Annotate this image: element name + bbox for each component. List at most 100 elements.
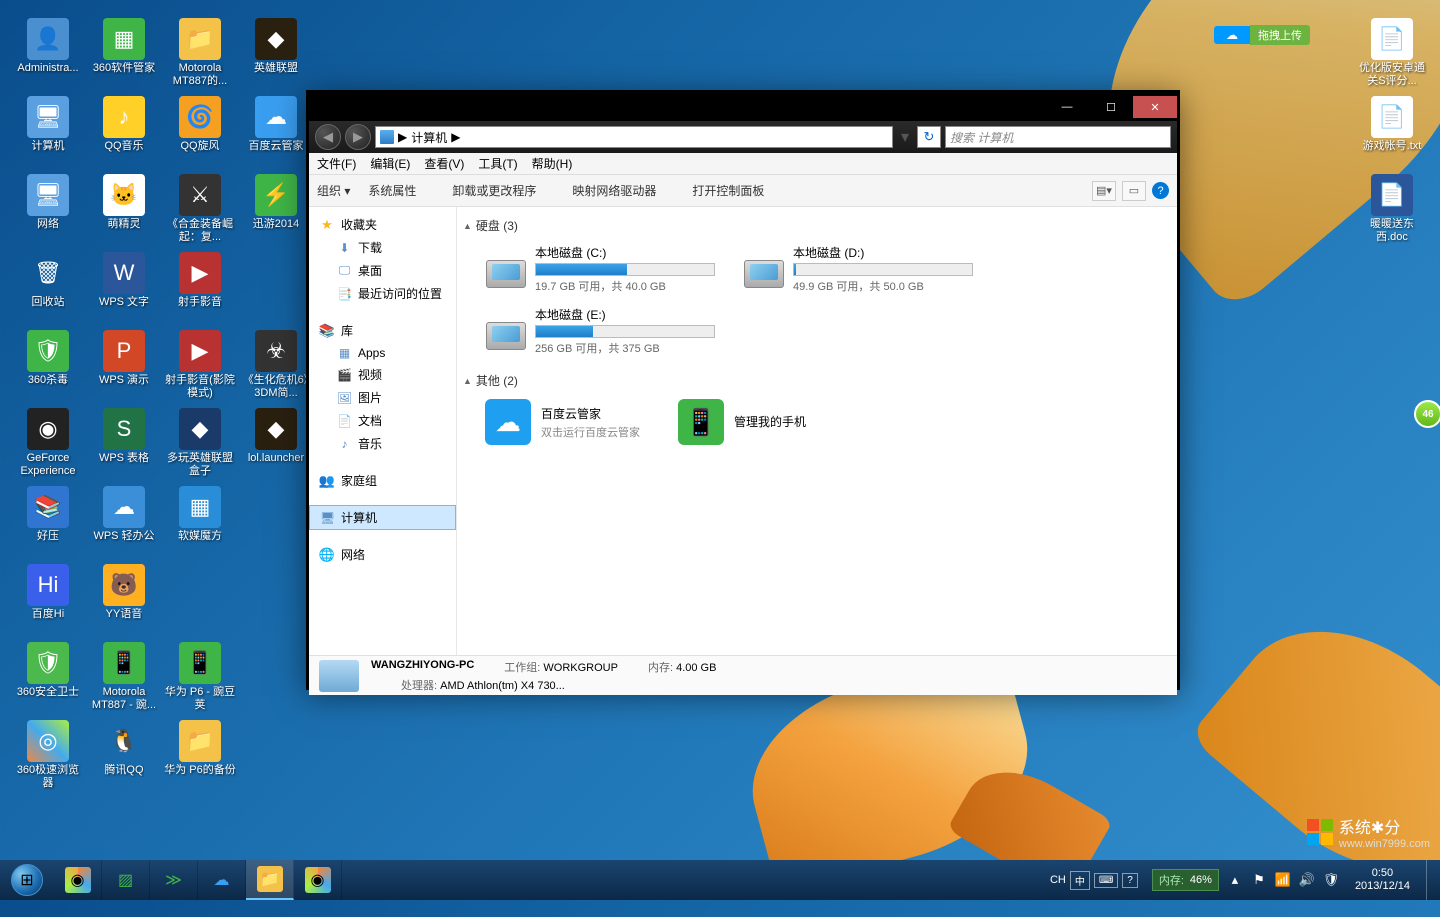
desktop-icon[interactable]: 🐱萌精灵 (86, 166, 162, 244)
address-dropdown[interactable]: ▾ (897, 127, 913, 147)
tray-shield-icon[interactable]: 🛡 (1323, 872, 1339, 888)
taskbar-clock[interactable]: 0:50 2013/12/14 (1347, 867, 1418, 893)
show-desktop-button[interactable] (1426, 860, 1434, 900)
section-other[interactable]: ▲其他 (2) (463, 372, 1171, 389)
tray-network-icon[interactable]: 📶 (1275, 872, 1291, 888)
desktop-icon[interactable]: ☁百度云管家 (238, 88, 314, 166)
sidebar-item[interactable]: 🖼图片 (309, 386, 456, 409)
desktop-icon[interactable]: 🛡360杀毒 (10, 322, 86, 400)
desktop-icon[interactable]: ◎360极速浏览器 (10, 712, 86, 790)
minimize-button[interactable]: — (1045, 96, 1089, 118)
menu-item[interactable]: 文件(F) (317, 155, 356, 172)
desktop-icon[interactable]: PWPS 演示 (86, 322, 162, 400)
command-bar: 组织 ▾ 系统属性 卸载或更改程序 映射网络驱动器 打开控制面板 ▤▾ ▭ ? (309, 175, 1177, 207)
taskbar-app[interactable]: ≫ (150, 860, 198, 900)
taskbar-app[interactable]: ◉ (294, 860, 342, 900)
desktop-icon[interactable]: ◆多玩英雄联盟盒子 (162, 400, 238, 478)
desktop-icon[interactable]: Hi百度Hi (10, 556, 86, 634)
refresh-button[interactable]: ↻ (917, 126, 941, 148)
desktop-icon[interactable]: ▶射手影音 (162, 244, 238, 322)
desktop-icon[interactable]: ▦360软件管家 (86, 10, 162, 88)
maximize-button[interactable]: ☐ (1089, 96, 1133, 118)
address-bar[interactable]: ▶ 计算机 ▶ (375, 126, 893, 148)
sidebar-item[interactable]: 🖵桌面 (309, 259, 456, 282)
desktop-icon[interactable]: 📄暖暖送东西.doc (1354, 166, 1430, 244)
toolbar-item[interactable]: 映射网络驱动器 (572, 182, 656, 199)
sidebar-item[interactable]: 📑最近访问的位置 (309, 282, 456, 305)
sidebar-network[interactable]: 🌐网络 (309, 543, 456, 566)
memory-widget[interactable]: 内存: 46% (1152, 869, 1219, 891)
toolbar-item[interactable]: 卸载或更改程序 (452, 182, 536, 199)
desktop-icon[interactable]: ☁WPS 轻办公 (86, 478, 162, 556)
other-item[interactable]: ☁百度云管家双击运行百度云管家 (481, 395, 644, 449)
drive-item[interactable]: 本地磁盘 (E:)256 GB 可用，共 375 GB (481, 302, 719, 360)
desktop-icon[interactable]: 🐧腾讯QQ (86, 712, 162, 790)
sidebar-homegroup[interactable]: 👥家庭组 (309, 469, 456, 492)
organize-menu[interactable]: 组织 ▾ (317, 182, 350, 199)
sidebar-item[interactable]: ♪音乐 (309, 432, 456, 455)
taskbar-app[interactable]: ☁ (198, 860, 246, 900)
desktop-icon[interactable]: ◉GeForce Experience (10, 400, 86, 478)
sidebar-favorites[interactable]: ★收藏夹 (309, 213, 456, 236)
taskbar-app[interactable]: ◉ (54, 860, 102, 900)
desktop-icon[interactable]: 🌀QQ旋风 (162, 88, 238, 166)
search-input[interactable]: 搜索 计算机 (945, 126, 1171, 148)
desktop-icon[interactable]: 📁华为 P6的备份 (162, 712, 238, 790)
view-mode-button[interactable]: ▤▾ (1092, 181, 1116, 201)
toolbar-item[interactable]: 打开控制面板 (692, 182, 764, 199)
sidebar-item[interactable]: 📄文档 (309, 409, 456, 432)
preview-pane-button[interactable]: ▭ (1122, 181, 1146, 201)
desktop-icon[interactable]: ♪QQ音乐 (86, 88, 162, 166)
desktop-icon[interactable]: ▶射手影音(影院模式) (162, 322, 238, 400)
close-button[interactable]: ✕ (1133, 96, 1177, 118)
desktop-icon[interactable]: 🗑回收站 (10, 244, 86, 322)
toolbar-item[interactable]: 系统属性 (368, 182, 416, 199)
desktop-icon[interactable]: SWPS 表格 (86, 400, 162, 478)
menu-item[interactable]: 查看(V) (424, 155, 464, 172)
desktop-icon[interactable]: ⚡迅游2014 (238, 166, 314, 244)
drive-item[interactable]: 本地磁盘 (C:)19.7 GB 可用，共 40.0 GB (481, 240, 719, 298)
side-bubble-widget[interactable]: 46 (1414, 400, 1440, 428)
desktop-icon[interactable]: ▦软媒魔方 (162, 478, 238, 556)
sidebar-item[interactable]: 🎬视频 (309, 363, 456, 386)
desktop-icon[interactable]: 🖥计算机 (10, 88, 86, 166)
desktop-icon[interactable]: 🛡360安全卫士 (10, 634, 86, 712)
forward-button[interactable]: ▶ (345, 124, 371, 150)
back-button[interactable]: ◀ (315, 124, 341, 150)
desktop-icon[interactable]: 🖥网络 (10, 166, 86, 244)
desktop-icon[interactable]: ◆英雄联盟 (238, 10, 314, 88)
desktop-icon[interactable]: 🐻YY语音 (86, 556, 162, 634)
desktop-icon[interactable]: 📚好压 (10, 478, 86, 556)
desktop-icon[interactable]: 📱华为 P6 - 豌豆荚 (162, 634, 238, 712)
breadcrumb-location[interactable]: 计算机 (411, 129, 447, 146)
baidu-drag-upload-widget[interactable]: ☁ 拖拽上传 (1214, 25, 1310, 45)
titlebar[interactable]: — ☐ ✕ (309, 93, 1177, 121)
ime-selector[interactable]: CH 中 ⌨ ? (1044, 871, 1144, 890)
desktop-icon[interactable]: WWPS 文字 (86, 244, 162, 322)
start-button[interactable]: ⊞ (0, 860, 54, 900)
desktop-icon[interactable]: ◆lol.launcher (238, 400, 314, 478)
menu-item[interactable]: 帮助(H) (532, 155, 573, 172)
help-button[interactable]: ? (1152, 182, 1169, 199)
taskbar-app[interactable]: ▨ (102, 860, 150, 900)
desktop-icon[interactable]: 👤Administra... (10, 10, 86, 88)
desktop-icon[interactable]: ⚔《合金装备崛起：复... (162, 166, 238, 244)
sidebar-item[interactable]: ⬇下载 (309, 236, 456, 259)
sidebar-computer[interactable]: 🖥计算机 (309, 505, 456, 530)
section-disks[interactable]: ▲硬盘 (3) (463, 217, 1171, 234)
tray-volume-icon[interactable]: 🔊 (1299, 872, 1315, 888)
menu-item[interactable]: 编辑(E) (370, 155, 410, 172)
desktop-icon[interactable]: 📄游戏帐号.txt (1354, 88, 1430, 166)
desktop-icon[interactable]: ☣《生化危机6》3DM简... (238, 322, 314, 400)
sidebar-libraries[interactable]: 📚库 (309, 319, 456, 342)
sidebar-item[interactable]: ▦Apps (309, 342, 456, 363)
menu-item[interactable]: 工具(T) (478, 155, 517, 172)
desktop-icon[interactable]: 📱Motorola MT887 - 豌... (86, 634, 162, 712)
tray-expand-icon[interactable]: ▴ (1227, 872, 1243, 888)
desktop-icon[interactable]: 📄优化版安卓通关S评分... (1354, 10, 1430, 88)
taskbar-explorer[interactable]: 📁 (246, 860, 294, 900)
desktop-icon[interactable]: 📁Motorola MT887的... (162, 10, 238, 88)
drive-item[interactable]: 本地磁盘 (D:)49.9 GB 可用，共 50.0 GB (739, 240, 977, 298)
tray-flag-icon[interactable]: ⚑ (1251, 872, 1267, 888)
other-item[interactable]: 📱管理我的手机 (674, 395, 810, 449)
